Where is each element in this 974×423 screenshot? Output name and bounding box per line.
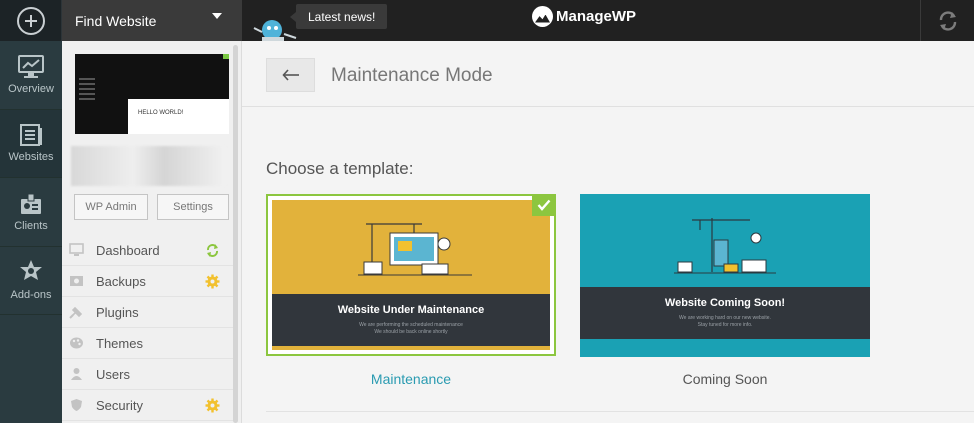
template-coming-soon-subtext-2: Stay tuned for more info. xyxy=(697,322,753,328)
template-maintenance-subtext-2: We should be back online shortly xyxy=(374,329,448,335)
rail-label-overview: Overview xyxy=(8,82,54,95)
plus-icon xyxy=(16,6,45,35)
menu-label-plugins: Plugins xyxy=(96,304,139,320)
page-header: Maintenance Mode xyxy=(242,41,974,107)
website-name-blurred xyxy=(71,146,226,186)
template-maintenance-preview: Website Under Maintenance We are perform… xyxy=(272,200,550,350)
menu-item-security[interactable]: Security xyxy=(62,390,234,421)
top-bar: Find Website Latest news! ManageWP xyxy=(0,0,974,43)
menu-item-users[interactable]: Users xyxy=(62,359,234,390)
plug-icon xyxy=(69,306,83,319)
shield-icon xyxy=(71,399,82,411)
online-badge xyxy=(223,54,229,59)
thumbnail-heading: HELLO WORLD! xyxy=(138,110,184,116)
gear-icon xyxy=(205,398,220,413)
monitor-chart-icon xyxy=(18,54,44,78)
panel-scrollbar[interactable] xyxy=(233,45,238,423)
website-thumbnail[interactable]: HELLO WORLD! xyxy=(75,54,229,134)
addons-icon xyxy=(20,260,42,281)
menu-item-plugins[interactable]: Plugins xyxy=(62,297,234,328)
website-panel: HELLO WORLD! WP Admin Settings Dashboard… xyxy=(62,41,242,423)
selected-check-icon xyxy=(532,194,556,216)
rail-item-websites[interactable]: Websites xyxy=(0,109,62,178)
websites-icon xyxy=(20,124,42,147)
thumbnail-menu xyxy=(79,78,99,103)
menu-label-users: Users xyxy=(96,366,130,382)
left-navigation-rail: Overview Websites Clients Add-ons xyxy=(0,41,62,423)
arrow-left-icon xyxy=(281,69,299,81)
rail-label-clients: Clients xyxy=(14,219,48,232)
refresh-icon xyxy=(939,10,956,31)
caret-down-icon xyxy=(212,13,222,19)
back-button[interactable] xyxy=(266,58,315,92)
rail-item-clients[interactable]: Clients xyxy=(0,178,62,247)
latest-news-label: Latest news! xyxy=(308,9,376,24)
sync-icon xyxy=(207,244,218,257)
clients-icon xyxy=(21,193,41,214)
template-maintenance-heading: Website Under Maintenance xyxy=(337,304,485,316)
user-icon xyxy=(71,368,82,380)
menu-item-backups[interactable]: Backups xyxy=(62,266,234,297)
template-coming-soon-card[interactable]: Website Coming Soon! We are working hard… xyxy=(580,194,870,357)
rail-label-websites: Websites xyxy=(8,151,54,164)
menu-label-security: Security xyxy=(96,397,143,413)
page-title: Maintenance Mode xyxy=(331,65,493,86)
palette-icon xyxy=(70,337,83,349)
monitor-icon xyxy=(69,243,84,256)
template-coming-soon-preview: Website Coming Soon! We are working hard… xyxy=(580,194,870,357)
construction-illustration xyxy=(674,218,776,274)
rail-label-addons: Add-ons xyxy=(10,289,52,302)
wp-admin-button[interactable]: WP Admin xyxy=(74,194,148,220)
website-menu: Dashboard Backups Plugins Themes Users S… xyxy=(62,235,234,421)
menu-item-dashboard[interactable]: Dashboard xyxy=(62,235,234,266)
menu-item-themes[interactable]: Themes xyxy=(62,328,234,359)
menu-label-themes: Themes xyxy=(96,335,143,351)
template-maintenance-subtext-1: We are performing the scheduled maintena… xyxy=(359,322,463,328)
backups-icon xyxy=(70,276,83,286)
settings-button[interactable]: Settings xyxy=(157,194,229,220)
template-maintenance-banner: Website Under Maintenance We are perform… xyxy=(272,294,550,346)
managewp-logo: ManageWP xyxy=(532,5,636,27)
latest-news-tooltip[interactable]: Latest news! xyxy=(289,4,388,29)
find-website-dropdown[interactable]: Find Website xyxy=(62,0,242,41)
template-coming-soon-banner: Website Coming Soon! We are working hard… xyxy=(580,287,870,339)
logo-text: ManageWP xyxy=(556,7,637,25)
construction-illustration xyxy=(358,223,472,276)
section-divider xyxy=(266,411,974,412)
gear-icon xyxy=(205,274,220,289)
template-maintenance-caption[interactable]: Maintenance xyxy=(266,371,556,387)
logo-mark-icon xyxy=(532,5,553,27)
template-coming-soon-heading: Website Coming Soon! xyxy=(664,297,786,309)
template-coming-soon-subtext-1: We are working hard on our new website. xyxy=(679,315,771,321)
add-website-button[interactable] xyxy=(0,0,62,41)
main-content: Maintenance Mode Choose a template: Webs… xyxy=(242,41,974,423)
refresh-button[interactable] xyxy=(920,0,974,41)
thumbnail-content: HELLO WORLD! xyxy=(128,99,229,134)
menu-label-dashboard: Dashboard xyxy=(96,242,160,258)
menu-label-backups: Backups xyxy=(96,273,146,289)
rail-item-addons[interactable]: Add-ons xyxy=(0,247,62,315)
template-coming-soon-caption[interactable]: Coming Soon xyxy=(580,371,870,387)
find-website-label: Find Website xyxy=(75,12,157,29)
template-maintenance-card[interactable]: Website Under Maintenance We are perform… xyxy=(266,194,556,356)
rail-item-overview[interactable]: Overview xyxy=(0,41,62,110)
choose-template-label: Choose a template: xyxy=(266,159,414,178)
